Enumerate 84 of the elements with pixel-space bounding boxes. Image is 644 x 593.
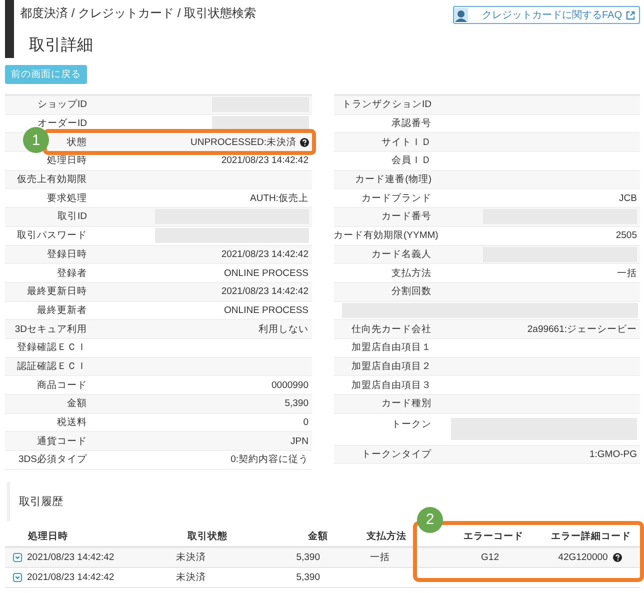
header-accent-bar xyxy=(5,0,14,58)
table-cell: G12 xyxy=(481,552,499,563)
column-header: 支払方法 xyxy=(365,530,408,543)
field-label: 分割回数 xyxy=(392,286,432,298)
field-value: 0 xyxy=(303,417,308,428)
field-value: 2021/08/23 14:42:42 xyxy=(221,286,308,298)
field-label: カード種別 xyxy=(382,398,432,410)
field-label: 取引ID xyxy=(58,211,87,222)
table-cell: 5,390 xyxy=(296,572,320,583)
field-label: オーダーID xyxy=(38,118,87,130)
field-label: 登録日時 xyxy=(47,248,87,260)
field-label: カード連番(物理) xyxy=(355,174,432,186)
column-header: 処理日時 xyxy=(26,530,69,543)
field-label: 支払方法 xyxy=(392,268,432,279)
field-value: 1:GMO-PG xyxy=(589,449,637,460)
field-label: トークン xyxy=(392,418,432,430)
field-label: 認証確認ＥＣＩ xyxy=(17,360,87,372)
breadcrumb: 都度決済 / クレジットカード / 取引状態検索 xyxy=(20,5,258,22)
field-value: ONLINE PROCESS xyxy=(224,268,308,279)
callout-number: 1 xyxy=(23,127,49,154)
table-cell: 5,390 xyxy=(296,552,320,563)
field-value: 2021/08/23 14:42:42 xyxy=(221,155,308,166)
field-label: 最終更新者 xyxy=(37,304,87,316)
column-header: エラー詳細コード xyxy=(550,530,632,543)
field-label: 処理日時 xyxy=(47,155,87,166)
field-label: 状態 xyxy=(67,136,87,148)
column-header: エラーコード xyxy=(462,530,525,543)
field-label: 仮売上有効期限 xyxy=(17,174,87,186)
field-label: カード有効期限(YYMM) xyxy=(334,230,438,242)
field-label: 登録確認ＥＣＩ xyxy=(17,342,87,354)
table-cell: 2021/08/23 14:42:42 xyxy=(27,572,114,583)
field-value: JCB xyxy=(619,192,637,204)
field-label: 3DS必須タイプ xyxy=(18,454,87,466)
field-label: 金額 xyxy=(67,398,87,410)
field-label: 加盟店自由項目１ xyxy=(352,342,432,354)
field-label: 通貨コード xyxy=(37,436,87,447)
help-icon[interactable] xyxy=(300,138,308,147)
field-label: 商品コード xyxy=(37,380,87,391)
table-cell: 未決済 xyxy=(176,550,206,564)
expand-icon[interactable] xyxy=(13,552,22,562)
field-label: 登録者 xyxy=(57,268,87,279)
field-label: 最終更新日時 xyxy=(27,286,87,298)
callout-number: 2 xyxy=(417,506,443,533)
field-label: ショップID xyxy=(38,99,87,110)
field-value: 一括 xyxy=(617,266,637,280)
column-header: 取引状態 xyxy=(186,530,228,543)
field-label: 税送料 xyxy=(57,417,87,428)
column-header: 金額 xyxy=(306,530,328,543)
help-icon[interactable] xyxy=(612,552,622,562)
field-label: カードブランド xyxy=(362,192,432,204)
field-label: トランザクションID xyxy=(342,99,432,110)
page-title: 取引詳細 xyxy=(28,36,94,56)
field-value: 2a99661:ジェーシービー xyxy=(527,322,637,336)
field-label: 承認番号 xyxy=(392,118,432,130)
field-label: 会員ＩＤ xyxy=(392,155,432,166)
field-value: 5,390 xyxy=(284,398,308,410)
field-value: 0:契約内容に従う xyxy=(230,453,308,466)
table-cell: 42G120000 xyxy=(558,552,608,563)
faq-link[interactable]: クレジットカードに関するFAQ xyxy=(452,6,640,24)
field-label: カード名義人 xyxy=(372,248,432,260)
field-label: 取引パスワード xyxy=(17,230,87,242)
back-button[interactable]: 前の画面に戻る xyxy=(5,65,87,84)
field-value: JPN xyxy=(290,436,308,447)
table-cell: 2021/08/23 14:42:42 xyxy=(27,552,114,563)
field-value: 2505 xyxy=(616,230,637,242)
person-icon xyxy=(454,8,468,22)
field-label: 3Dセキュア利用 xyxy=(14,324,87,335)
field-label: 加盟店自由項目３ xyxy=(352,380,432,391)
table-cell: 一括 xyxy=(370,550,390,564)
field-value: 利用しない xyxy=(258,322,308,336)
table-cell: 未決済 xyxy=(176,570,206,584)
field-label: サイトＩＤ xyxy=(382,136,432,148)
field-label: 要求処理 xyxy=(47,192,87,204)
field-label: 仕向先カード会社 xyxy=(352,324,432,335)
field-value: UNPROCESSED:未決済 xyxy=(190,136,296,149)
field-label: トークンタイプ xyxy=(362,449,432,460)
field-value: ONLINE PROCESS xyxy=(224,304,308,316)
expand-icon[interactable] xyxy=(13,572,22,582)
field-label: カード番号 xyxy=(382,211,432,222)
field-value: AUTH:仮売上 xyxy=(250,192,308,205)
field-label: 加盟店自由項目２ xyxy=(352,360,432,372)
field-value: 2021/08/23 14:42:42 xyxy=(221,248,308,260)
external-link-icon xyxy=(626,10,635,20)
field-value: 0000990 xyxy=(272,380,308,391)
